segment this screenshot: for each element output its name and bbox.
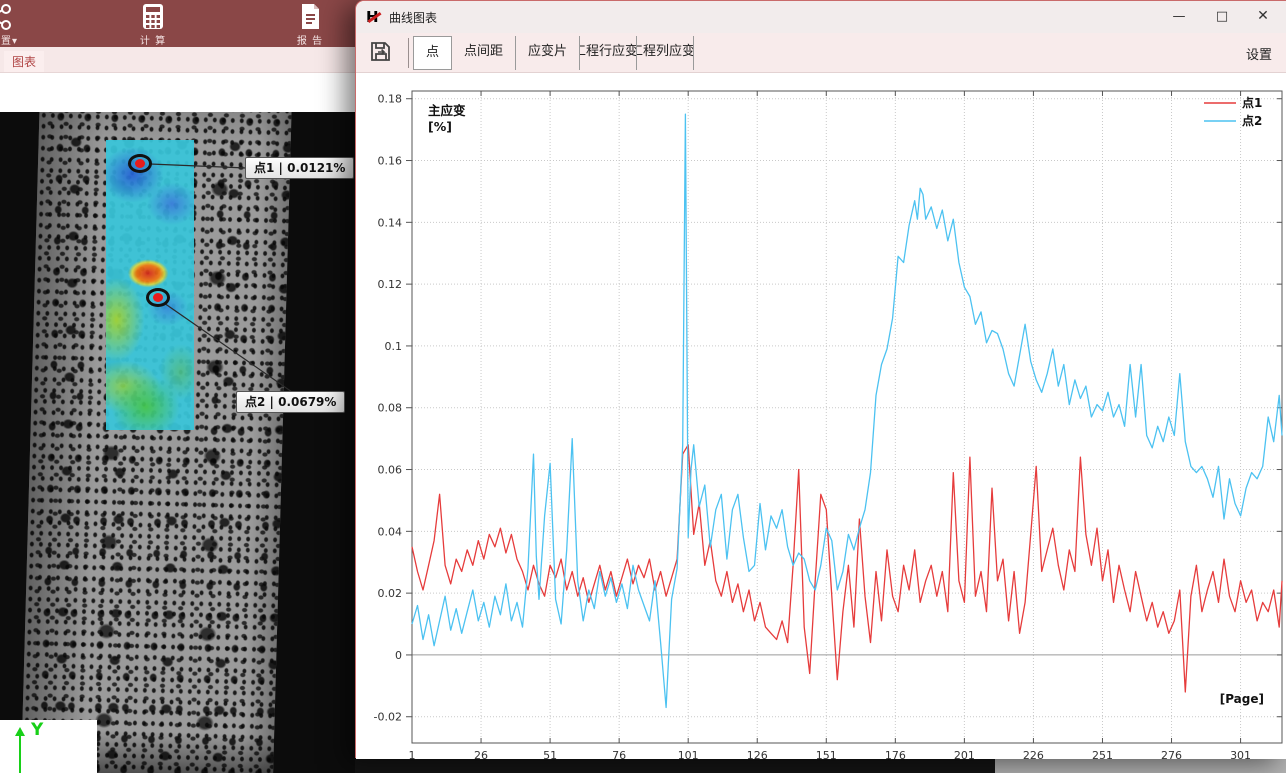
chart-settings-button[interactable]: 设置	[1246, 44, 1272, 63]
chart-tab-label: 工程列应变	[637, 36, 694, 68]
x-tick-label: 176	[885, 749, 906, 759]
axis-indicator-panel: Y	[0, 720, 97, 773]
close-button[interactable]: ✕	[1246, 1, 1280, 32]
y-tick-label: -0.02	[374, 711, 402, 724]
page-corner-label: [Page]	[1220, 692, 1264, 706]
x-tick-label: 151	[816, 749, 837, 759]
x-tick-label: 1	[409, 749, 416, 759]
dropdown-arrow-icon: ▾	[12, 36, 18, 47]
x-tick-label: 126	[747, 749, 768, 759]
x-tick-label: 51	[543, 749, 557, 759]
y-tick-label: 0.12	[378, 278, 403, 291]
chart-tab-3[interactable]: 工程行应变	[580, 36, 637, 70]
chart-tab-bar: 点 点间距 应变片工程行应变工程列应变	[413, 36, 694, 70]
chart-tab-4[interactable]: 工程列应变	[637, 36, 694, 70]
viewport-bottom-scroll-strip[interactable]	[995, 757, 1286, 773]
point1-dot	[135, 159, 145, 168]
x-tick-label: 101	[678, 749, 699, 759]
x-tick-label: 251	[1092, 749, 1113, 759]
ribbon-calculate-button[interactable]: 计 算	[125, 3, 181, 47]
y-tick-label: 0.18	[378, 93, 403, 106]
y-tick-label: 0.16	[378, 155, 403, 168]
report-document-icon	[282, 3, 338, 31]
chart-toolbar: 点 点间距 应变片工程行应变工程列应变 设置	[356, 33, 1286, 73]
point2-dot	[153, 293, 163, 302]
curve-chart-window: H 曲线图表 — □ ✕ 点点间距应变片工程行应变工程列应变 设置 126517…	[355, 0, 1286, 758]
y-tick-label: 0.1	[385, 340, 403, 353]
y-axis-label: Y	[31, 720, 43, 740]
y-tick-label: 0.08	[378, 402, 403, 415]
ribbon-report-button[interactable]: 报 告	[282, 3, 338, 47]
ribbon-calculate-label: 计 算	[125, 32, 181, 47]
viewport-bottom-strip	[355, 757, 995, 773]
x-tick-label: 226	[1023, 749, 1044, 759]
tab-chart-view[interactable]: 图表	[4, 51, 44, 72]
series-line-2	[412, 114, 1282, 707]
ribbon-report-label: 报 告	[282, 32, 338, 47]
strain-line-chart[interactable]: 12651761011261511762012262512763010.180.…	[356, 73, 1286, 759]
x-tick-label: 26	[474, 749, 488, 759]
chart-panel: 12651761011261511762012262512763010.180.…	[356, 73, 1286, 759]
chart-tab-1[interactable]: 点间距	[452, 36, 516, 70]
legend-label: 点2	[1242, 113, 1262, 128]
share-nodes-icon	[0, 3, 34, 31]
y-tick-label: 0.14	[378, 216, 403, 229]
y-axis-arrow-icon	[19, 730, 21, 773]
plot-border	[412, 91, 1282, 743]
point1-value-label[interactable]: 点1 | 0.0121%	[245, 157, 354, 179]
chart-tab-label: 点间距	[464, 44, 503, 59]
x-tick-label: 201	[954, 749, 975, 759]
screen: 设置▾ 计 算 报 告 图表	[0, 0, 1286, 773]
y-tick-label: 0	[395, 649, 402, 662]
y-tick-label: 0.06	[378, 464, 403, 477]
window-title: 曲线图表	[389, 9, 437, 26]
point2-value-label[interactable]: 点2 | 0.0679%	[236, 391, 345, 413]
legend-label: 点1	[1242, 95, 1262, 110]
toolbar-separator	[408, 38, 409, 68]
chart-tab-0[interactable]: 点	[413, 36, 452, 70]
calculator-icon	[125, 3, 181, 31]
y-tick-label: 0.02	[378, 587, 403, 600]
ribbon-settings-label: 设置	[0, 36, 12, 47]
window-titlebar[interactable]: H 曲线图表 — □ ✕	[356, 1, 1286, 33]
chart-tab-label: 工程行应变	[580, 36, 637, 68]
strain-heatmap-overlay	[106, 140, 194, 430]
chart-tab-label: 应变片	[528, 44, 567, 59]
ribbon-settings-button[interactable]: 设置▾	[0, 3, 34, 47]
y-tick-label: 0.04	[378, 525, 403, 538]
point1-marker[interactable]	[128, 154, 152, 173]
chart-tab-label: 点	[426, 45, 439, 60]
app-logo-icon: H	[366, 8, 382, 25]
export-save-button[interactable]	[368, 39, 398, 67]
chart-tab-2[interactable]: 应变片	[516, 36, 580, 70]
axis-title-line: 主应变	[428, 103, 466, 118]
minimize-button[interactable]: —	[1162, 1, 1196, 32]
point2-marker[interactable]	[146, 288, 170, 307]
maximize-button[interactable]: □	[1205, 1, 1239, 32]
axis-title-line: [%]	[428, 119, 452, 134]
x-tick-label: 76	[612, 749, 626, 759]
x-tick-label: 276	[1161, 749, 1182, 759]
x-tick-label: 301	[1230, 749, 1251, 759]
